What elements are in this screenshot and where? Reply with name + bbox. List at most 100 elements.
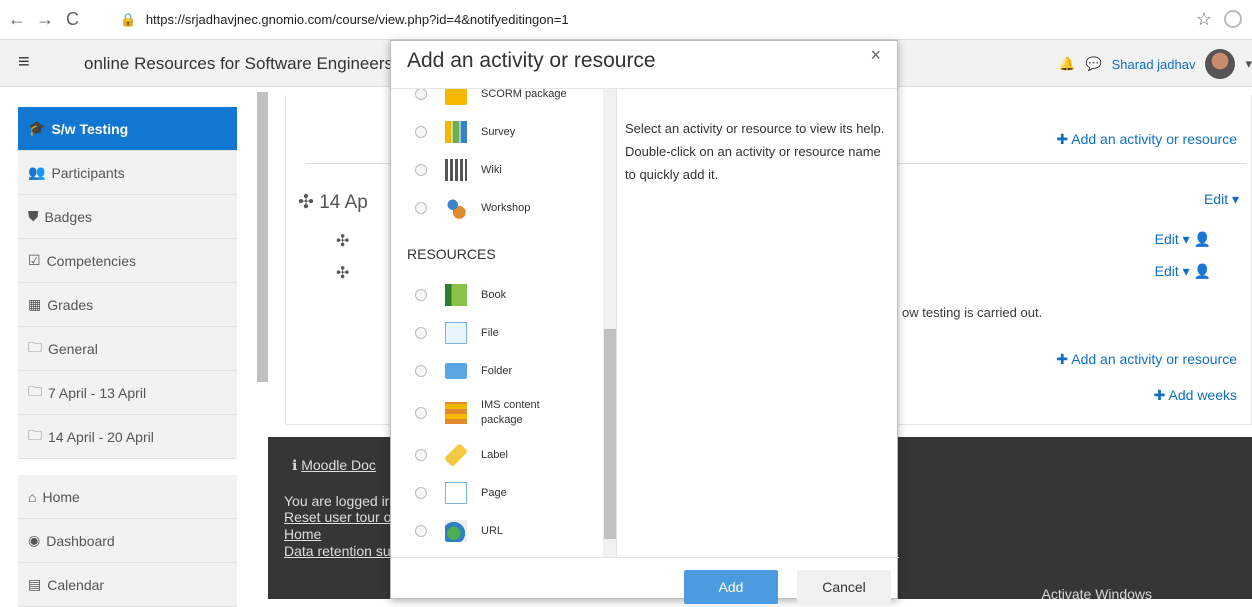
option-url[interactable]: URL — [391, 512, 603, 550]
dashboard-icon: ◉ — [28, 532, 41, 548]
home-link[interactable]: Home — [284, 526, 391, 543]
folder-icon: 🗀 — [28, 382, 42, 399]
browser-chrome: ← → C 🔒 https://srjadhavjnec.gnomio.com/… — [0, 0, 1252, 40]
workshop-icon — [445, 197, 467, 219]
address-bar[interactable]: 🔒 https://srjadhavjnec.gnomio.com/course… — [110, 6, 1190, 34]
reload-icon[interactable]: C — [66, 9, 79, 30]
option-wiki[interactable]: Wiki — [391, 151, 603, 189]
checkbox-icon: ☑ — [28, 252, 41, 268]
module-list-scrollbar[interactable] — [603, 89, 616, 557]
sidebar-item-calendar[interactable]: ▤ Calendar — [18, 563, 237, 607]
site-name[interactable]: online Resources for Software Engineers — [84, 54, 393, 74]
radio[interactable] — [415, 202, 427, 214]
lock-icon: 🔒 — [120, 12, 137, 27]
sidebar-item-general[interactable]: 🗀 General — [18, 327, 237, 371]
wiki-icon — [445, 159, 467, 181]
url-icon — [445, 520, 467, 542]
edit-section-menu[interactable]: Edit ▾ — [1204, 191, 1239, 208]
option-survey[interactable]: Survey — [391, 113, 603, 151]
dialog-footer: Add Cancel — [391, 557, 899, 604]
ims-icon — [445, 402, 467, 424]
activity-chooser-dialog: Add an activity or resource × SCORM pack… — [390, 40, 899, 604]
sidebar-item-participants[interactable]: 👥 Participants — [18, 151, 237, 195]
radio[interactable] — [415, 327, 427, 339]
sidebar-item-badges[interactable]: ⛊ Badges — [18, 195, 237, 239]
option-folder[interactable]: Folder — [391, 352, 603, 390]
page-icon — [445, 482, 467, 504]
folder-icon: 🗀 — [28, 338, 42, 355]
option-file[interactable]: File — [391, 314, 603, 352]
sidebar-item-course[interactable]: 🎓 S/w Testing — [18, 107, 237, 151]
dialog-header: Add an activity or resource × — [391, 41, 897, 89]
survey-icon — [445, 121, 467, 143]
edit-activity-menu[interactable]: Edit ▾ 👤 — [1155, 263, 1211, 280]
option-scorm[interactable]: SCORM package — [391, 89, 603, 113]
radio[interactable] — [415, 365, 427, 377]
reset-tour-link[interactable]: Reset user tour o — [284, 509, 391, 526]
resources-heading: RESOURCES — [407, 246, 496, 262]
radio[interactable] — [415, 89, 427, 100]
moodle-docs-link[interactable]: ℹ Moodle Doc — [292, 457, 376, 474]
book-icon — [445, 284, 467, 306]
graduation-cap-icon: 🎓 — [28, 120, 46, 136]
radio[interactable] — [415, 164, 427, 176]
radio[interactable] — [415, 487, 427, 499]
home-icon: ⌂ — [28, 488, 37, 505]
logged-in-text: You are logged ir — [284, 493, 390, 509]
sidebar-item-grades[interactable]: ▦ Grades — [18, 283, 237, 327]
add-activity-link-1[interactable]: ✚ Add an activity or resource — [1056, 131, 1237, 148]
windows-watermark: Activate Windows — [1041, 586, 1152, 602]
bookmark-star-icon[interactable]: ☆ — [1196, 9, 1212, 30]
data-retention-link[interactable]: Data retention su — [284, 543, 391, 560]
avatar[interactable] — [1205, 49, 1236, 79]
radio[interactable] — [415, 525, 427, 537]
nav-drawer: 🎓 S/w Testing 👥 Participants ⛊ Badges ☑ Comp… — [18, 107, 237, 607]
edit-activity-menu[interactable]: Edit ▾ 👤 — [1155, 231, 1211, 248]
dialog-title: Add an activity or resource — [407, 49, 656, 72]
chevron-down-icon[interactable]: ▾ — [1245, 56, 1252, 72]
users-icon: 👥 — [28, 164, 46, 180]
add-weeks-link[interactable]: ✚ Add weeks — [1154, 387, 1237, 404]
folder-icon: 🗀 — [28, 426, 42, 443]
sidebar-scrollbar[interactable] — [257, 92, 268, 382]
user-name[interactable]: Sharad jadhav — [1112, 57, 1196, 72]
option-workshop[interactable]: Workshop — [391, 189, 603, 227]
messages-icon[interactable]: 💬 — [1085, 56, 1101, 72]
table-icon: ▦ — [28, 296, 42, 312]
label-icon — [443, 442, 469, 468]
option-page[interactable]: Page — [391, 474, 603, 512]
radio[interactable] — [415, 407, 427, 419]
option-book[interactable]: Book — [391, 276, 603, 314]
add-activity-link-2[interactable]: ✚ Add an activity or resource — [1056, 351, 1237, 368]
back-icon[interactable]: ← — [8, 9, 26, 30]
user-menu[interactable]: 🔔 💬 Sharad jadhav ▾ — [1059, 48, 1252, 80]
file-icon — [445, 322, 467, 344]
shield-icon: ⛊ — [28, 208, 39, 224]
notification-bell-icon[interactable]: 🔔 — [1059, 56, 1075, 72]
help-text: Select an activity or resource to view i… — [625, 121, 885, 182]
sidebar-item-week-1[interactable]: 🗀 7 April - 13 April — [18, 371, 237, 415]
radio[interactable] — [415, 289, 427, 301]
sidebar-item-week-2[interactable]: 🗀 14 April - 20 April — [18, 415, 237, 459]
close-icon[interactable]: × — [870, 45, 881, 66]
option-label[interactable]: Label — [391, 436, 603, 474]
forward-icon[interactable]: → — [36, 9, 54, 30]
radio[interactable] — [415, 126, 427, 138]
section-summary: ow testing is carried out. — [902, 305, 1043, 320]
radio[interactable] — [415, 449, 427, 461]
extension-icon[interactable] — [1224, 10, 1242, 28]
sidebar-item-home[interactable]: ⌂ Home — [18, 475, 237, 519]
menu-icon[interactable]: ≡ — [18, 51, 30, 74]
module-list: SCORM package Survey Wiki Workshop RESOU… — [391, 89, 617, 557]
calendar-icon: ▤ — [28, 576, 42, 592]
sidebar-item-dashboard[interactable]: ◉ Dashboard — [18, 519, 237, 563]
scrollbar-thumb[interactable] — [604, 329, 616, 539]
option-ims[interactable]: IMS content package — [391, 390, 603, 436]
scorm-icon — [445, 89, 467, 105]
move-icon[interactable]: ✣ — [336, 231, 349, 251]
folder-icon — [445, 363, 467, 379]
sidebar-item-competencies[interactable]: ☑ Competencies — [18, 239, 237, 283]
url-text: https://srjadhavjnec.gnomio.com/course/v… — [145, 12, 569, 27]
move-icon[interactable]: ✣ — [336, 263, 349, 283]
section-title[interactable]: ✣ 14 Ap — [298, 191, 368, 214]
